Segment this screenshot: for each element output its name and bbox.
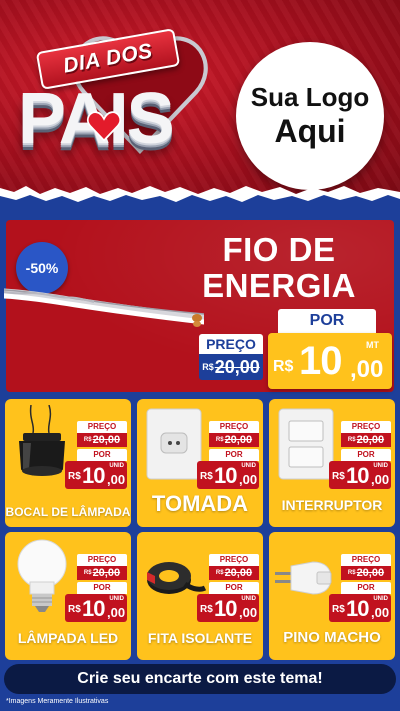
preco-label: PREÇO bbox=[209, 554, 259, 566]
por-label: POR bbox=[278, 309, 376, 333]
old-price-currency: R$ bbox=[347, 437, 356, 443]
product-card-pino-macho[interactable]: PREÇO R$ 20,00 POR R$ 10 UNID ,00 PINO M… bbox=[269, 532, 395, 660]
new-price-integer: 10 bbox=[299, 339, 342, 383]
new-price-decimal: ,00 bbox=[239, 605, 258, 620]
old-price: R$ 20,00 bbox=[77, 566, 127, 580]
preco-label: PREÇO bbox=[341, 554, 391, 566]
product-name: FITA ISOLANTE bbox=[147, 630, 253, 646]
product-name: LÂMPADA LED bbox=[17, 630, 119, 646]
product-card-bocal[interactable]: PREÇO R$ 20,00 POR R$ 10 UNID ,00 BOCAL … bbox=[5, 399, 131, 527]
new-price-decimal: ,00 bbox=[107, 472, 126, 487]
new-price-decimal: ,00 bbox=[371, 472, 390, 487]
new-price: R$ 10 MT ,00 bbox=[268, 333, 392, 389]
product-name: BOCAL DE LÂMPADA bbox=[5, 505, 131, 519]
old-price: R$ 20,00 bbox=[341, 433, 391, 447]
new-price-currency: R$ bbox=[68, 471, 81, 482]
preco-label: PREÇO bbox=[209, 421, 259, 433]
new-price-integer: 10 bbox=[346, 596, 370, 621]
old-price: R$ 20,00 bbox=[199, 354, 263, 380]
old-price-currency: R$ bbox=[83, 570, 92, 576]
logo-text-line2: Aqui bbox=[274, 113, 346, 149]
new-price: R$ 10 UNID ,00 bbox=[197, 594, 259, 622]
old-price-value: 20,00 bbox=[356, 567, 385, 579]
new-price-decimal: ,00 bbox=[107, 605, 126, 620]
product-card-fita-isolante[interactable]: PREÇO R$ 20,00 POR R$ 10 UNID ,00 FITA I… bbox=[137, 532, 263, 660]
new-price-integer: 10 bbox=[214, 596, 238, 621]
featured-title-line1: FIO DE bbox=[222, 231, 336, 268]
old-price-value: 20,00 bbox=[92, 567, 121, 579]
old-price-value: 20,00 bbox=[356, 434, 385, 446]
new-price-decimal: ,00 bbox=[239, 472, 258, 487]
logo-placeholder[interactable]: Sua Logo Aqui bbox=[236, 42, 384, 190]
price-unit: UNID bbox=[241, 463, 256, 469]
torn-paper-divider bbox=[0, 186, 400, 206]
por-label: POR bbox=[77, 582, 127, 594]
por-label: POR bbox=[77, 449, 127, 461]
product-name: PINO MACHO bbox=[283, 629, 381, 646]
preco-label: PREÇO bbox=[77, 421, 127, 433]
wire-cable-icon bbox=[4, 288, 204, 327]
por-label: POR bbox=[209, 449, 259, 461]
new-price-currency: R$ bbox=[200, 471, 213, 482]
old-price-value: 20,00 bbox=[92, 434, 121, 446]
product-name: INTERRUPTOR bbox=[281, 497, 383, 513]
price-unit: MT bbox=[366, 340, 379, 350]
disclaimer-text: *Imagens Meramente Ilustrativas bbox=[6, 698, 109, 705]
new-price-integer: 10 bbox=[82, 596, 106, 621]
header-banner: DIA DOS PAIS Sua Logo Aqui bbox=[0, 0, 400, 196]
old-price-value: 20,00 bbox=[224, 567, 253, 579]
new-price-currency: R$ bbox=[200, 604, 213, 615]
preco-label: PREÇO bbox=[77, 554, 127, 566]
product-name: TOMADA bbox=[151, 491, 249, 516]
old-price-value: 20,00 bbox=[214, 356, 260, 377]
logo-text-line1: Sua Logo bbox=[250, 82, 370, 112]
new-price: R$ 10 UNID ,00 bbox=[65, 594, 127, 622]
old-price-value: 20,00 bbox=[224, 434, 253, 446]
new-price-decimal: ,00 bbox=[350, 356, 384, 383]
price-unit: UNID bbox=[373, 463, 388, 469]
price-unit: UNID bbox=[109, 596, 124, 602]
old-price: R$ 20,00 bbox=[77, 433, 127, 447]
heart-icon bbox=[86, 111, 122, 142]
new-price-integer: 10 bbox=[214, 463, 238, 488]
featured-title-line2: ENERGIA bbox=[202, 267, 356, 304]
old-price-currency: R$ bbox=[83, 437, 92, 443]
new-price-currency: R$ bbox=[273, 358, 294, 375]
featured-product-title: FIO DE ENERGIA bbox=[194, 232, 364, 304]
new-price-currency: R$ bbox=[332, 604, 345, 615]
price-unit: UNID bbox=[241, 596, 256, 602]
cta-banner[interactable]: Crie seu encarte com este tema! bbox=[4, 664, 396, 694]
product-card-lampada-led[interactable]: PREÇO R$ 20,00 POR R$ 10 UNID ,00 LÂMPAD… bbox=[5, 532, 131, 660]
new-price: R$ 10 UNID ,00 bbox=[329, 461, 391, 489]
preco-label: PREÇO bbox=[341, 421, 391, 433]
new-price: R$ 10 UNID ,00 bbox=[65, 461, 127, 489]
new-price-currency: R$ bbox=[332, 471, 345, 482]
old-price-currency: R$ bbox=[215, 437, 224, 443]
new-price-integer: 10 bbox=[346, 463, 370, 488]
new-price-integer: 10 bbox=[82, 463, 106, 488]
por-label: POR bbox=[209, 582, 259, 594]
old-price-currency: R$ bbox=[215, 570, 224, 576]
price-unit: UNID bbox=[373, 596, 388, 602]
por-label: POR bbox=[341, 449, 391, 461]
product-card-tomada[interactable]: PREÇO R$ 20,00 POR R$ 10 UNID ,00 TOMADA bbox=[137, 399, 263, 527]
old-price-currency: R$ bbox=[347, 570, 356, 576]
product-card-interruptor[interactable]: PREÇO R$ 20,00 POR R$ 10 UNID ,00 INTERR… bbox=[269, 399, 395, 527]
old-price: R$ 20,00 bbox=[341, 566, 391, 580]
new-price: R$ 10 UNID ,00 bbox=[197, 461, 259, 489]
old-price-currency: R$ bbox=[202, 362, 214, 372]
new-price-decimal: ,00 bbox=[371, 605, 390, 620]
new-price-currency: R$ bbox=[68, 604, 81, 615]
preco-label: PREÇO bbox=[199, 334, 263, 354]
por-label: POR bbox=[341, 582, 391, 594]
old-price: R$ 20,00 bbox=[209, 433, 259, 447]
new-price: R$ 10 UNID ,00 bbox=[329, 594, 391, 622]
price-unit: UNID bbox=[109, 463, 124, 469]
old-price: R$ 20,00 bbox=[209, 566, 259, 580]
